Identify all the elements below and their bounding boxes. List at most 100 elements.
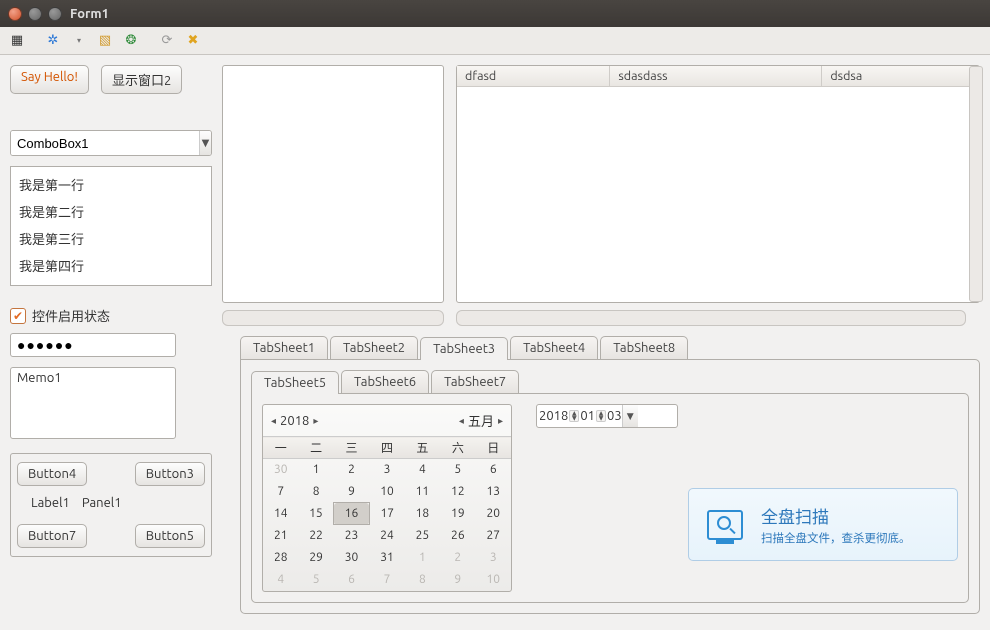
calendar-day[interactable]: 26 [440,525,475,547]
tab-tabsheet8[interactable]: TabSheet8 [600,336,688,359]
say-hello-button[interactable]: Say Hello! [10,65,89,94]
combobox1-input[interactable] [11,131,199,155]
calendar-day[interactable]: 22 [298,525,333,547]
horizontal-scrollbar[interactable] [456,310,966,326]
tab-tabsheet6[interactable]: TabSheet6 [341,370,429,393]
calendar-day[interactable]: 4 [263,569,298,591]
show-window2-button[interactable]: 显示窗口2 [101,65,182,94]
button5[interactable]: Button5 [135,524,205,548]
tab-tabsheet2[interactable]: TabSheet2 [330,336,418,359]
calendar-day[interactable]: 17 [369,503,404,525]
prev-month-icon[interactable]: ◂ [457,415,466,427]
date-picker[interactable]: 2018 ▲▼ 01 ▲▼ 03 ▼ [536,404,678,428]
calendar-day[interactable]: 4 [405,459,440,481]
calendar-day[interactable]: 19 [440,503,475,525]
dp-year[interactable]: 2018 [539,409,568,423]
memo1[interactable]: Memo1 [10,367,176,439]
chevron-down-icon[interactable]: ▼ [199,131,211,155]
label1: Label1 [31,496,70,510]
button4[interactable]: Button4 [17,462,87,486]
calendar-day[interactable]: 12 [440,481,475,503]
calendar-day[interactable]: 9 [440,569,475,591]
calendar-day[interactable]: 5 [440,459,475,481]
maximize-icon[interactable] [48,7,62,21]
month-spinner[interactable]: ▲▼ [596,410,606,422]
calendar-day[interactable]: 29 [298,547,333,569]
tab-tabsheet7[interactable]: TabSheet7 [431,370,519,393]
next-year-icon[interactable]: ▸ [311,415,320,427]
year-spinner[interactable]: ▲▼ [569,410,579,422]
refresh-icon[interactable]: ⟳ [156,31,178,51]
calendar-day[interactable]: 30 [263,459,298,481]
vertical-scrollbar[interactable] [969,66,983,302]
list-item[interactable]: 我是第一行 [15,171,207,198]
string-grid[interactable]: dfasd sdasdass dsdsa [456,65,980,303]
calendar-day[interactable]: 20 [476,503,511,525]
list-item[interactable]: 我是第二行 [15,198,207,225]
calendar-day[interactable]: 14 [263,503,298,525]
calendar-day[interactable]: 7 [369,569,404,591]
tools-icon[interactable]: ✖ [182,31,204,51]
calendar-day[interactable]: 7 [263,481,298,503]
calendar-day[interactable]: 23 [334,525,369,547]
horizontal-scrollbar[interactable] [222,310,444,326]
calendar-day[interactable]: 2 [334,459,369,481]
password-input[interactable] [10,333,176,357]
tab-tabsheet1[interactable]: TabSheet1 [240,336,328,359]
tab-tabsheet3[interactable]: TabSheet3 [420,337,508,360]
calendar-day[interactable]: 31 [369,547,404,569]
dropdown-arrow-icon[interactable]: ▾ [68,31,90,51]
grid-col-header[interactable]: sdasdass [610,66,822,86]
month-calendar[interactable]: ◂ 2018 ▸ ◂ 五月 ▸ 一二三四五六日30123456789101112… [262,404,512,592]
button7[interactable]: Button7 [17,524,87,548]
calendar-day[interactable]: 11 [405,481,440,503]
calendar-day[interactable]: 24 [369,525,404,547]
calendar-day[interactable]: 1 [298,459,333,481]
calendar-day[interactable]: 30 [334,547,369,569]
calendar-day[interactable]: 8 [405,569,440,591]
paw-icon[interactable]: ✲ [42,31,64,51]
calendar-day[interactable]: 15 [298,503,333,525]
layout-icon[interactable]: ▦ [6,31,28,51]
tab-tabsheet4[interactable]: TabSheet4 [510,336,598,359]
calendar-day[interactable]: 1 [405,547,440,569]
combobox1[interactable]: ▼ [10,130,212,156]
button3[interactable]: Button3 [135,462,205,486]
chevron-down-icon[interactable]: ▼ [622,405,638,427]
calendar-day[interactable]: 13 [476,481,511,503]
calendar-day[interactable]: 5 [298,569,333,591]
listbox[interactable]: 我是第一行 我是第二行 我是第三行 我是第四行 [10,166,212,286]
calendar-day[interactable]: 21 [263,525,298,547]
dp-day[interactable]: 03 [607,409,622,423]
tab-tabsheet5[interactable]: TabSheet5 [251,371,339,394]
calendar-day[interactable]: 18 [405,503,440,525]
grid-col-header[interactable]: dfasd [457,66,610,86]
grid-col-header[interactable]: dsdsa [822,66,979,86]
blocks-icon[interactable]: ▧ [94,31,116,51]
controls-enabled-checkbox[interactable]: ✔ [10,308,26,324]
minimize-icon[interactable] [28,7,42,21]
calendar-day[interactable]: 2 [440,547,475,569]
calendar-day[interactable]: 9 [334,481,369,503]
prev-year-icon[interactable]: ◂ [269,415,278,427]
next-month-icon[interactable]: ▸ [496,415,505,427]
calendar-day[interactable]: 10 [476,569,511,591]
calendar-day[interactable]: 10 [369,481,404,503]
calendar-day[interactable]: 3 [369,459,404,481]
list-item[interactable]: 我是第四行 [15,252,207,279]
dp-month[interactable]: 01 [580,409,595,423]
calendar-day[interactable]: 8 [298,481,333,503]
close-icon[interactable] [8,7,22,21]
calendar-day[interactable]: 16 [334,503,369,525]
list-item[interactable]: 我是第三行 [15,225,207,252]
calendar-day[interactable]: 3 [476,547,511,569]
calendar-day[interactable]: 28 [263,547,298,569]
calendar-day[interactable]: 6 [476,459,511,481]
bug-icon[interactable]: ❂ [120,31,142,51]
full-scan-card[interactable]: 全盘扫描 扫描全盘文件，查杀更彻底。 [688,488,958,561]
calendar-day[interactable]: 25 [405,525,440,547]
memo-pane[interactable] [222,65,444,303]
calendar-dow: 三 [334,437,369,459]
calendar-day[interactable]: 27 [476,525,511,547]
calendar-day[interactable]: 6 [334,569,369,591]
